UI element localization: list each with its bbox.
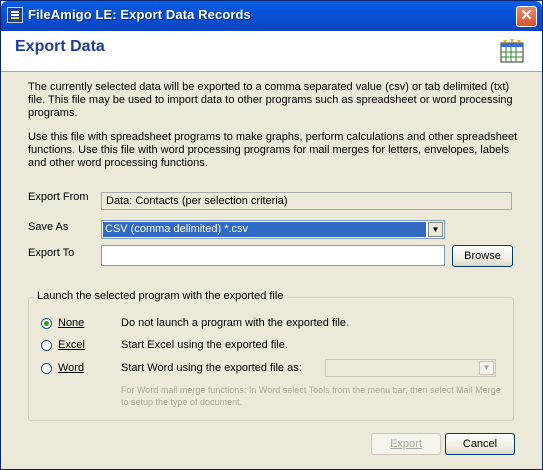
description-paragraph-2: Use this file with spreadsheet programs …	[28, 131, 518, 169]
window-title: FileAmigo LE: Export Data Records	[28, 7, 251, 22]
export-to-input[interactable]	[101, 245, 445, 266]
radio-word[interactable]	[41, 363, 52, 374]
browse-button[interactable]: Browse	[452, 245, 513, 267]
save-as-selected-value: CSV (comma delimited) *.csv	[103, 222, 426, 237]
calendar-grid-icon	[500, 39, 524, 63]
radio-excel-description: Start Excel using the exported file.	[121, 339, 288, 351]
dialog-header: Export Data	[1, 31, 542, 72]
browse-button-label: Browse	[464, 250, 501, 262]
description-paragraph-1: The currently selected data will be expo…	[28, 81, 513, 119]
export-from-label: Export From	[28, 191, 89, 203]
chevron-down-icon: ▼	[479, 361, 494, 375]
close-button[interactable]: ✕	[516, 6, 537, 27]
radio-excel-label[interactable]: Excel	[58, 339, 85, 351]
launch-group-title: Launch the selected program with the exp…	[34, 290, 287, 302]
save-as-select[interactable]: CSV (comma delimited) *.csv ▼	[101, 220, 445, 239]
word-mail-merge-note: For Word mail merge functions: In Word s…	[121, 385, 501, 407]
radio-none[interactable]	[41, 318, 52, 329]
page-title: Export Data	[15, 38, 105, 55]
export-to-label: Export To	[28, 247, 75, 259]
cancel-button-label: Cancel	[462, 438, 498, 450]
title-bar[interactable]: FileAmigo LE: Export Data Records ✕	[1, 1, 542, 31]
word-document-type-select: ▼	[325, 359, 496, 377]
export-from-field: Data: Contacts (per selection criteria)	[101, 192, 512, 210]
radio-word-label[interactable]: Word	[58, 362, 84, 374]
chevron-down-icon[interactable]: ▼	[428, 222, 443, 237]
radio-word-description: Start Word using the exported file as:	[121, 362, 302, 374]
export-dialog: FileAmigo LE: Export Data Records ✕ Expo…	[0, 0, 543, 470]
export-button-label: Export	[390, 438, 422, 450]
radio-none-label[interactable]: None	[58, 317, 84, 329]
app-icon	[7, 7, 23, 23]
radio-none-description: Do not launch a program with the exporte…	[121, 317, 350, 329]
radio-excel[interactable]	[41, 340, 52, 351]
close-icon: ✕	[520, 7, 533, 24]
cancel-button[interactable]: Cancel	[445, 433, 515, 455]
save-as-label: Save As	[28, 221, 69, 233]
export-button[interactable]: Export	[371, 433, 441, 455]
